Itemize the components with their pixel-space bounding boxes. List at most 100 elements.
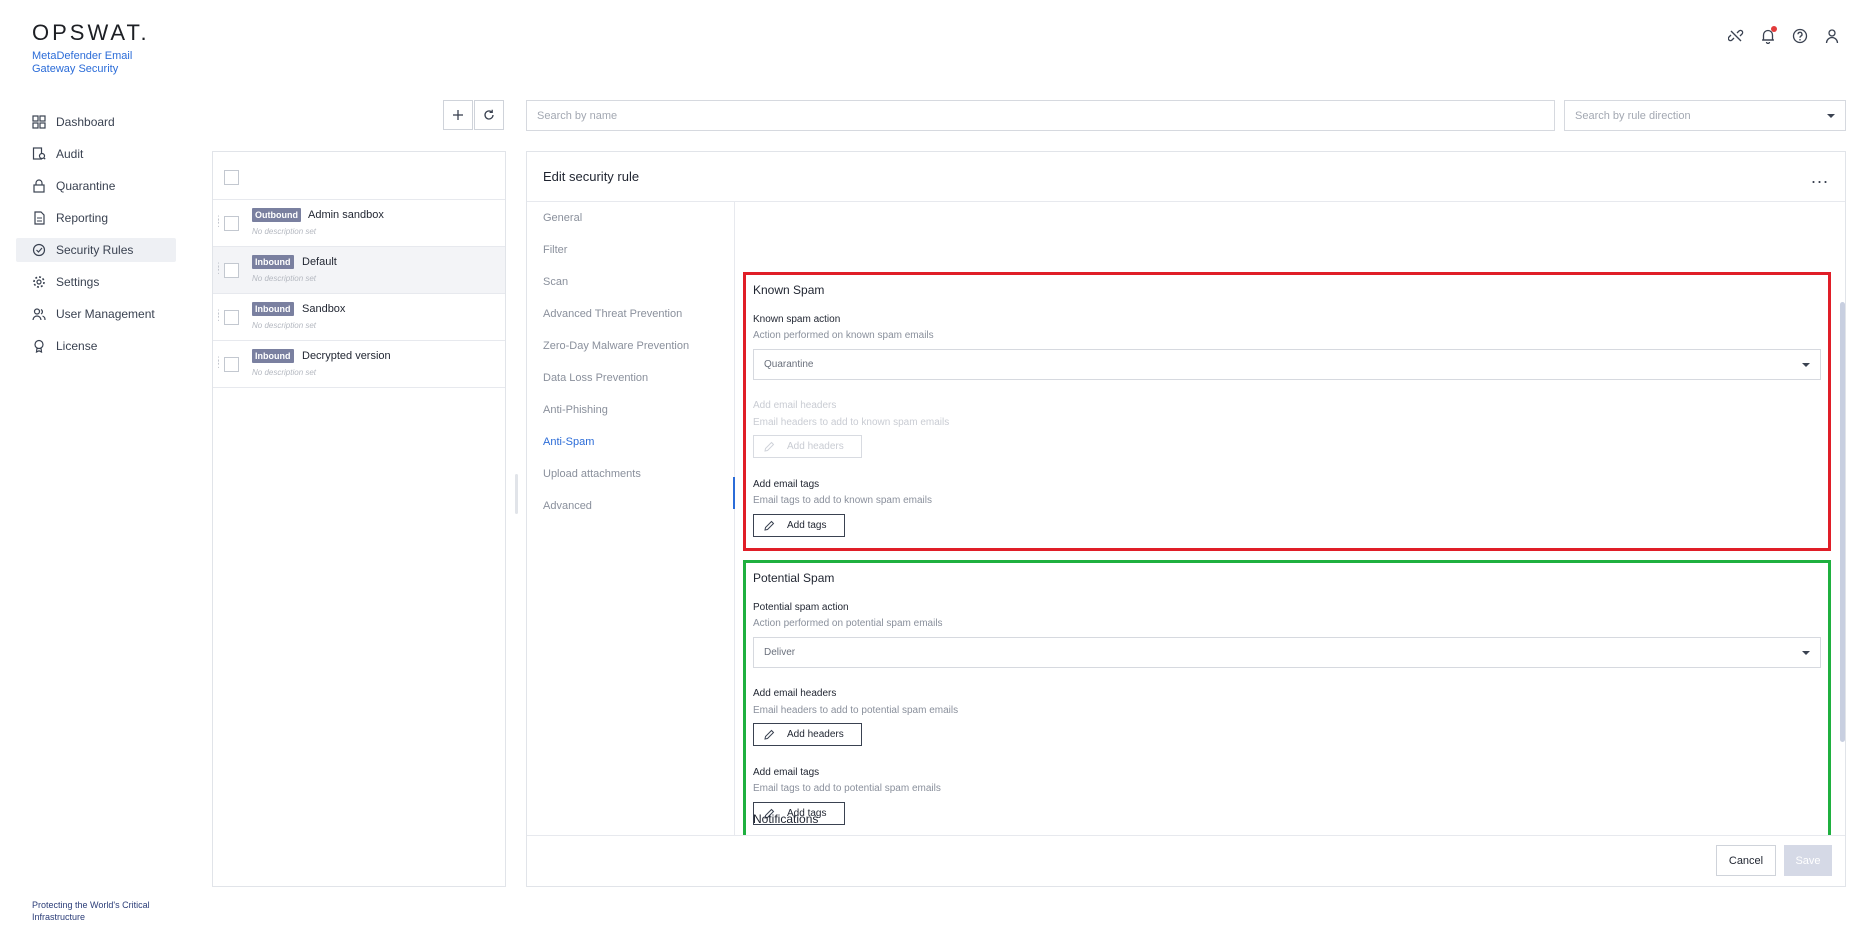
- chevron-down-icon: [1802, 650, 1810, 655]
- save-button[interactable]: Save: [1784, 845, 1832, 876]
- chevron-down-icon: [1827, 113, 1835, 118]
- potential-spam-action-select[interactable]: Deliver: [753, 637, 1821, 668]
- potential-spam-tags-label: Add email tags: [753, 767, 820, 778]
- chevron-down-icon: [1802, 362, 1810, 367]
- section-filter[interactable]: Filter: [527, 234, 734, 266]
- known-spam-add-tags-button[interactable]: Add tags: [753, 514, 845, 537]
- select-all-checkbox[interactable]: [224, 170, 239, 185]
- rule-row[interactable]: ⋮ ⋮ Inbound Decrypted version No descript…: [213, 341, 505, 388]
- potential-spam-add-headers-button[interactable]: Add headers: [753, 723, 862, 746]
- rule-description: No description set: [252, 274, 317, 283]
- rule-description: No description set: [252, 227, 317, 236]
- rule-checkbox[interactable]: [224, 310, 239, 325]
- sidebar-item-quarantine[interactable]: Quarantine: [16, 174, 176, 198]
- sidebar-item-audit[interactable]: Audit: [16, 142, 176, 166]
- pencil-icon: [764, 441, 775, 452]
- potential-spam-tags-help: Email tags to add to potential spam emai…: [753, 783, 941, 794]
- sidebar-item-reporting[interactable]: Reporting: [16, 206, 176, 230]
- pencil-icon: [764, 520, 775, 531]
- rule-row[interactable]: ⋮ ⋮ Inbound Default No description set: [213, 247, 505, 294]
- section-zero-day-malware-prevention[interactable]: Zero-Day Malware Prevention: [527, 330, 734, 362]
- rule-list-header: [213, 152, 505, 200]
- known-spam-headers-help: Email headers to add to known spam email…: [753, 417, 950, 428]
- add-rule-button[interactable]: [443, 100, 473, 130]
- known-spam-action-label: Known spam action: [753, 314, 841, 325]
- header-actions: [1727, 26, 1840, 45]
- license-icon: [34, 339, 44, 353]
- rule-direction-placeholder: Search by rule direction: [1575, 109, 1691, 122]
- scrollbar[interactable]: [1840, 302, 1845, 742]
- drag-handle-icon[interactable]: ⋮ ⋮: [214, 309, 223, 322]
- page-title: Edit security rule: [543, 169, 640, 184]
- section-nav: General Filter Scan Advanced Threat Prev…: [527, 202, 735, 835]
- cancel-button[interactable]: Cancel: [1716, 845, 1776, 876]
- known-spam-tags-help: Email tags to add to known spam emails: [753, 495, 932, 506]
- editor-header: Edit security rule ...: [527, 152, 1845, 202]
- section-anti-spam[interactable]: Anti-Spam: [527, 426, 734, 458]
- potential-spam-headers-help: Email headers to add to potential spam e…: [753, 705, 959, 716]
- lock-icon: [33, 179, 45, 193]
- section-advanced-threat-prevention[interactable]: Advanced Threat Prevention: [527, 298, 734, 330]
- drag-handle-icon[interactable]: ⋮ ⋮: [214, 215, 223, 228]
- search-by-name-input[interactable]: Search by name: [526, 100, 1555, 131]
- rule-direction-select[interactable]: Search by rule direction: [1564, 100, 1846, 131]
- sidebar-nav: Dashboard Audit Quarantine Reporting Sec…: [16, 110, 176, 366]
- rule-checkbox[interactable]: [224, 216, 239, 231]
- gear-icon: [33, 276, 45, 288]
- known-spam-group: Known Spam Known spam action Action perf…: [743, 272, 1831, 551]
- refresh-button[interactable]: [474, 100, 504, 130]
- direction-badge: Inbound: [252, 255, 294, 269]
- potential-spam-title: Potential Spam: [753, 571, 835, 585]
- add-headers-label: Add headers: [787, 729, 844, 740]
- section-advanced[interactable]: Advanced: [527, 490, 734, 522]
- section-scan[interactable]: Scan: [527, 266, 734, 298]
- potential-spam-action-value: Deliver: [764, 647, 796, 658]
- user-icon[interactable]: [1824, 28, 1840, 44]
- more-options-icon[interactable]: ...: [1811, 168, 1829, 186]
- section-anti-phishing[interactable]: Anti-Phishing: [527, 394, 734, 426]
- notification-dot: [1771, 26, 1777, 32]
- sidebar-item-label: Settings: [56, 275, 100, 289]
- help-icon[interactable]: [1792, 28, 1808, 44]
- rule-list: ⋮ ⋮ Outbound Admin sandbox No description…: [212, 151, 506, 887]
- rule-name: Decrypted version: [302, 350, 391, 362]
- known-spam-action-value: Quarantine: [764, 359, 814, 370]
- sidebar-item-label: Audit: [56, 147, 84, 161]
- product-name: MetaDefender Email Gateway Security: [32, 50, 133, 75]
- potential-spam-headers-label: Add email headers: [753, 688, 837, 699]
- sidebar-item-user-management[interactable]: User Management: [16, 302, 176, 326]
- rule-checkbox[interactable]: [224, 263, 239, 278]
- refresh-icon: [484, 109, 494, 120]
- section-data-loss-prevention[interactable]: Data Loss Prevention: [527, 362, 734, 394]
- known-spam-add-headers-button[interactable]: Add headers: [753, 435, 862, 458]
- rule-name: Sandbox: [302, 303, 346, 315]
- potential-spam-action-label: Potential spam action: [753, 602, 849, 613]
- section-upload-attachments[interactable]: Upload attachments: [527, 458, 734, 490]
- panel-resize-handle[interactable]: [515, 474, 518, 514]
- sidebar-item-label: Reporting: [56, 211, 109, 225]
- rule-row[interactable]: ⋮ ⋮ Inbound Sandbox No description set: [213, 294, 505, 341]
- plus-icon: [453, 110, 463, 120]
- sidebar-item-license[interactable]: License: [16, 334, 176, 358]
- rule-checkbox[interactable]: [224, 357, 239, 372]
- rule-row[interactable]: ⋮ ⋮ Outbound Admin sandbox No description…: [213, 200, 505, 247]
- known-spam-tags-label: Add email tags: [753, 479, 820, 490]
- sidebar-item-label: License: [56, 339, 98, 353]
- known-spam-action-help: Action performed on known spam emails: [753, 330, 934, 341]
- broken-link-icon[interactable]: [1727, 28, 1744, 44]
- editor-footer: Cancel Save: [527, 835, 1845, 886]
- sidebar-item-label: User Management: [56, 307, 155, 321]
- direction-badge: Inbound: [252, 302, 294, 316]
- sidebar-item-security-rules[interactable]: Security Rules: [16, 238, 176, 262]
- sidebar-item-dashboard[interactable]: Dashboard: [16, 110, 176, 134]
- bell-icon[interactable]: [1760, 26, 1777, 45]
- known-spam-action-select[interactable]: Quarantine: [753, 349, 1821, 380]
- drag-handle-icon[interactable]: ⋮ ⋮: [214, 262, 223, 275]
- section-general[interactable]: General: [527, 202, 734, 234]
- logo[interactable]: OPSWAT. MetaDefender Email Gateway Secur…: [32, 20, 150, 76]
- drag-handle-icon[interactable]: ⋮ ⋮: [214, 356, 223, 369]
- shield-check-icon: [32, 243, 46, 257]
- sidebar-item-settings[interactable]: Settings: [16, 270, 176, 294]
- direction-badge: Inbound: [252, 349, 294, 363]
- add-tags-label: Add tags: [787, 520, 827, 531]
